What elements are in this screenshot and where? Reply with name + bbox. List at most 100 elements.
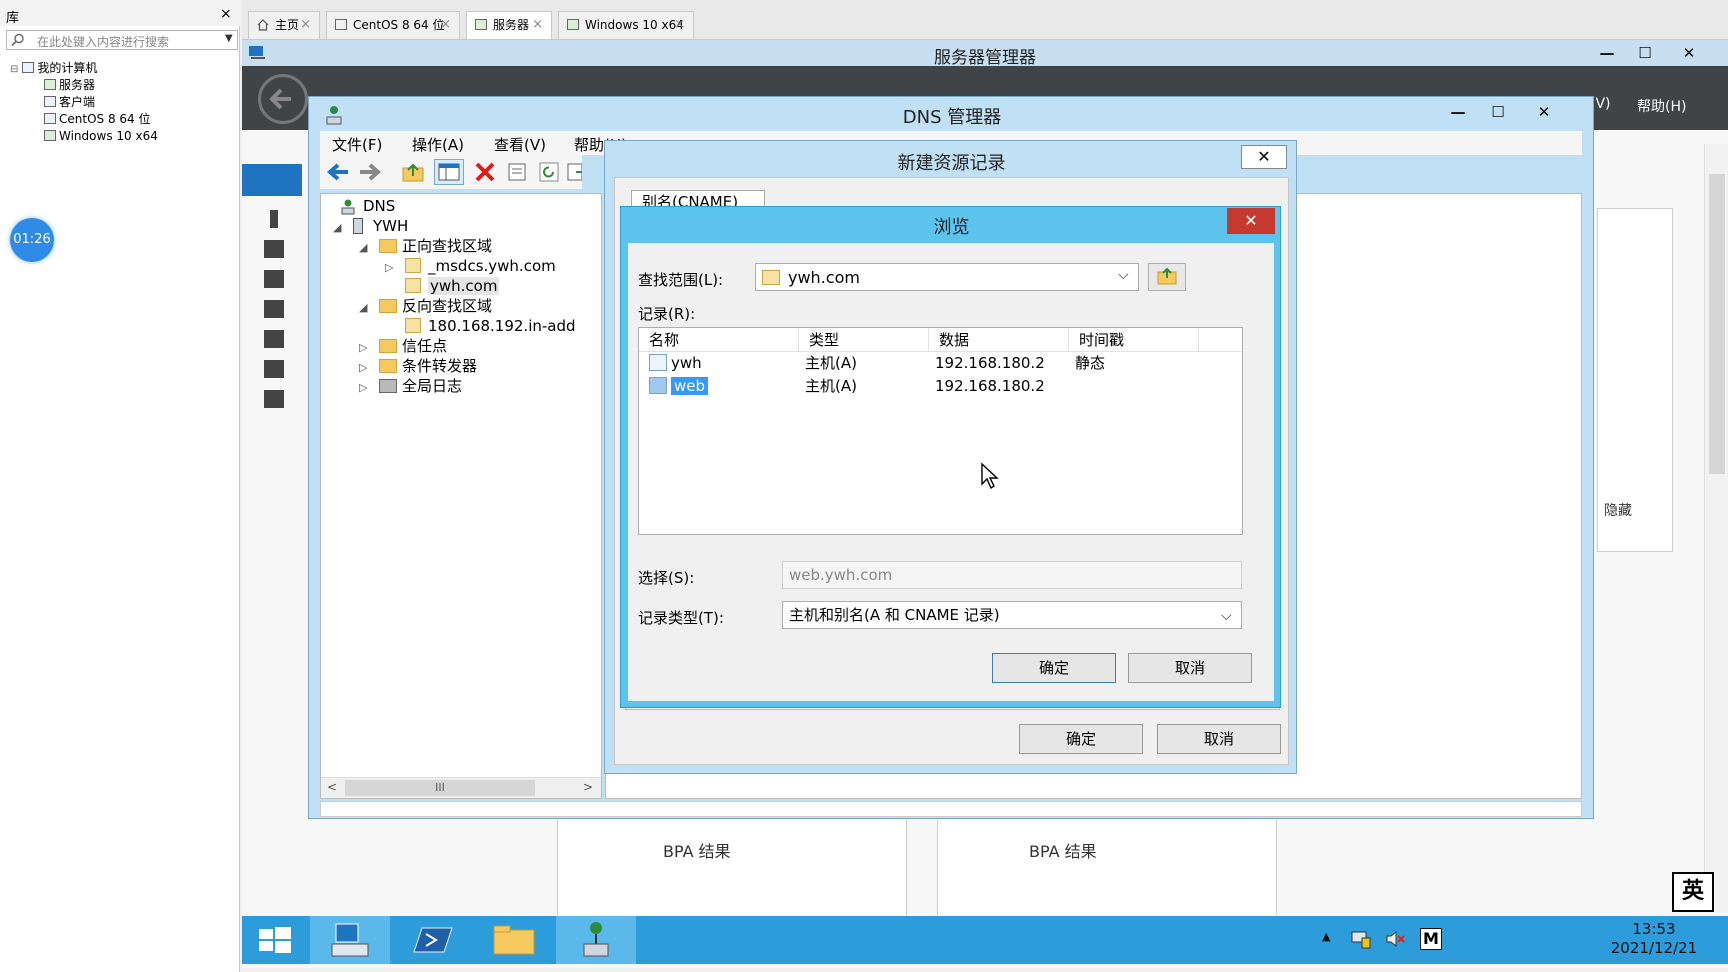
collapse-icon[interactable]: ◢ — [333, 218, 345, 238]
tree-node-server-ywh[interactable]: ◢ YWH — [333, 216, 408, 236]
scrollbar-thumb[interactable]: III — [345, 780, 535, 796]
expand-icon[interactable]: ▷ — [385, 258, 397, 278]
properties-icon[interactable] — [506, 162, 528, 182]
library-tree-windows10[interactable]: Windows 10 x64 — [44, 128, 158, 144]
vm-running-icon — [567, 19, 579, 30]
tree-node-forward-zones[interactable]: ◢ 正向查找区域 — [359, 236, 492, 256]
tab-home[interactable]: 主页 × — [248, 11, 320, 39]
close-button[interactable]: ✕ — [1227, 208, 1275, 234]
column-header-data[interactable]: 数据 — [929, 328, 1069, 352]
collapse-icon[interactable]: ◢ — [359, 238, 371, 258]
up-one-level-button[interactable] — [1148, 263, 1186, 291]
maximize-button[interactable]: ☐ — [1479, 101, 1517, 123]
records-list[interactable]: 名称 类型 数据 时间戳 ywh 主机(A) 192.168.180.2 静态 … — [638, 327, 1243, 535]
table-row[interactable]: ywh 主机(A) 192.168.180.2 静态 — [639, 352, 1242, 375]
scrollbar-thumb[interactable] — [1709, 174, 1725, 474]
chevron-left-icon[interactable]: < — [327, 780, 337, 794]
collapse-icon[interactable]: ⊟ — [10, 64, 18, 75]
record-type-select[interactable]: 主机和别名(A 和 CNAME 记录) ⌵ — [782, 601, 1242, 629]
scope-select[interactable]: ywh.com ⌵ — [755, 263, 1139, 291]
column-header-timestamp[interactable]: 时间戳 — [1069, 328, 1199, 352]
tree-node-ywh-zone[interactable]: ywh.com — [385, 276, 500, 296]
library-tree-server[interactable]: 服务器 — [44, 77, 95, 93]
library-tree-centos[interactable]: CentOS 8 64 位 — [44, 111, 150, 127]
chevron-right-icon[interactable]: > — [583, 780, 593, 794]
hide-link[interactable]: 隐藏 — [1604, 500, 1632, 520]
delete-icon[interactable] — [474, 162, 496, 182]
nav-files-icon[interactable] — [264, 390, 284, 408]
close-button[interactable]: ✕ — [1670, 42, 1708, 64]
library-tree-my-computer[interactable]: ⊟ 我的计算机 — [10, 60, 97, 76]
network-icon[interactable] — [1350, 928, 1372, 950]
close-icon[interactable]: × — [532, 12, 543, 38]
export-list-icon[interactable] — [566, 162, 582, 182]
show-console-tree-icon[interactable] — [434, 159, 464, 185]
menu-file[interactable]: 文件(F) — [332, 134, 382, 155]
table-row-selected[interactable]: web 主机(A) 192.168.180.2 — [639, 375, 1242, 398]
nav-dns-icon[interactable] — [264, 330, 284, 348]
chevron-down-icon[interactable]: ▼ — [225, 33, 233, 44]
bpa-results-link[interactable]: BPA 结果 — [663, 838, 731, 862]
cancel-button[interactable]: 取消 — [1128, 653, 1252, 683]
tree-node-msdcs-zone[interactable]: ▷ _msdcs.ywh.com — [385, 256, 556, 276]
close-button[interactable]: ✕ — [1241, 145, 1287, 169]
start-button[interactable] — [242, 916, 308, 964]
menu-action[interactable]: 操作(A) — [412, 134, 464, 155]
up-folder-icon[interactable] — [402, 162, 424, 182]
expand-icon[interactable]: ▷ — [359, 338, 371, 358]
cancel-button[interactable]: 取消 — [1157, 724, 1281, 754]
tree-node-trust-points[interactable]: ▷ 信任点 — [359, 336, 447, 356]
nav-dhcp-icon[interactable] — [264, 300, 284, 318]
recording-timer[interactable]: 01:26 — [10, 218, 54, 262]
tab-server[interactable]: 服务器 × — [466, 11, 552, 39]
nav-dashboard[interactable] — [242, 164, 302, 196]
refresh-icon[interactable] — [538, 162, 560, 182]
column-header-name[interactable]: 名称 — [639, 328, 799, 352]
ime-indicator[interactable]: 英 — [1672, 872, 1714, 912]
expand-icon[interactable]: ▷ — [359, 378, 371, 398]
tree-node-global-logs[interactable]: ▷ 全局日志 — [359, 376, 462, 396]
ok-button[interactable]: 确定 — [992, 653, 1116, 683]
back-arrow-icon[interactable] — [326, 162, 348, 182]
taskbar-dns-manager[interactable] — [556, 916, 636, 964]
tab-windows10[interactable]: Windows 10 x64 × — [558, 11, 694, 39]
tree-node-reverse-zones[interactable]: ◢ 反向查找区域 — [359, 296, 492, 316]
maximize-button[interactable]: ☐ — [1626, 42, 1664, 64]
close-button[interactable]: ✕ — [1525, 101, 1563, 123]
minimize-button[interactable]: — — [1588, 42, 1626, 64]
tree-node-dns[interactable]: DNS — [329, 196, 395, 216]
bpa-results-link[interactable]: BPA 结果 — [1029, 838, 1097, 862]
tree-node-reverse-zone[interactable]: 180.168.192.in-add — [385, 316, 576, 336]
tray-show-hidden-icons[interactable]: ▲ — [1322, 930, 1330, 943]
horizontal-scrollbar[interactable]: < III > — [321, 777, 601, 798]
close-icon[interactable]: × — [300, 12, 311, 38]
taskbar-file-explorer[interactable] — [474, 916, 554, 964]
nav-all-servers-icon[interactable] — [264, 240, 284, 258]
library-tree-client[interactable]: 客户端 — [44, 94, 95, 110]
taskbar-powershell[interactable] — [392, 916, 472, 964]
menu-view[interactable]: 查看(V) — [494, 134, 546, 155]
collapse-icon[interactable]: ◢ — [359, 298, 371, 318]
input-mode-indicator[interactable]: M — [1420, 928, 1442, 950]
expand-icon[interactable]: ▷ — [359, 358, 371, 378]
volume-muted-icon[interactable] — [1384, 928, 1406, 950]
tree-node-conditional-forwarders[interactable]: ▷ 条件转发器 — [359, 356, 477, 376]
nav-iis-icon[interactable] — [264, 360, 284, 378]
forward-arrow-icon[interactable] — [358, 162, 382, 182]
taskbar-server-manager[interactable] — [310, 916, 390, 964]
nav-local-server-icon[interactable] — [270, 210, 278, 228]
nav-ad-icon[interactable] — [264, 270, 284, 288]
library-search-input[interactable]: 在此处键入内容进行搜索 ▼ — [6, 30, 238, 50]
back-button[interactable] — [258, 74, 308, 124]
minimize-button[interactable]: — — [1439, 101, 1477, 123]
ok-button[interactable]: 确定 — [1019, 724, 1143, 754]
close-icon[interactable]: × — [440, 12, 451, 38]
vertical-scrollbar[interactable] — [1704, 144, 1728, 912]
close-icon[interactable]: × — [674, 12, 685, 38]
library-close-button[interactable]: × — [220, 6, 232, 22]
column-header-type[interactable]: 类型 — [799, 328, 929, 352]
tab-centos[interactable]: CentOS 8 64 位 × — [326, 11, 460, 39]
menu-help[interactable]: 帮助(H) — [1637, 96, 1686, 116]
record-data: 192.168.180.2 — [935, 354, 1045, 372]
taskbar-clock[interactable]: 13:53 2021/12/21 — [1592, 920, 1716, 958]
